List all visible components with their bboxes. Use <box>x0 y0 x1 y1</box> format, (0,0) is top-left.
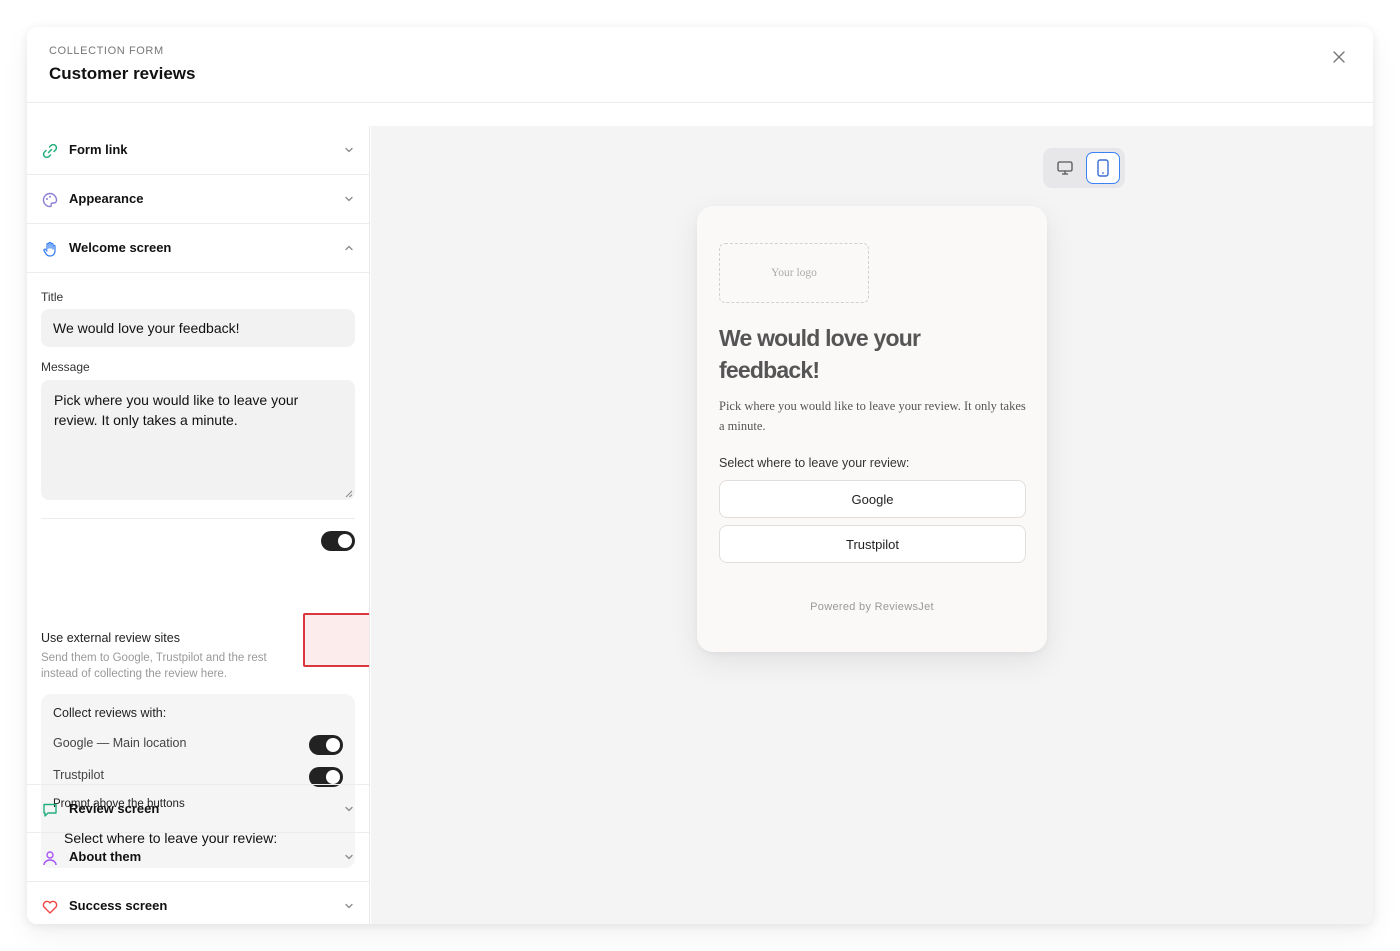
modal-title: Customer reviews <box>49 64 196 83</box>
message-field-label: Message <box>41 360 90 374</box>
collect-google-label: Google — Main location <box>53 736 187 750</box>
accordion-about-them[interactable]: About them <box>27 833 369 882</box>
accordion-label: Welcome screen <box>69 240 172 255</box>
external-sites-toggle[interactable] <box>321 531 355 551</box>
close-icon <box>1333 51 1345 63</box>
link-icon <box>42 143 58 159</box>
desktop-view-button[interactable] <box>1048 152 1082 184</box>
settings-sidebar: Form link Appearance Welcome screen Titl… <box>27 126 370 924</box>
chevron-down-icon <box>345 903 353 909</box>
chevron-down-icon <box>345 854 353 860</box>
accordion-label: Review screen <box>69 801 160 816</box>
preview-message: Pick where you would like to leave your … <box>719 399 1026 433</box>
toggle-knob <box>326 770 340 784</box>
monitor-icon <box>1057 161 1073 175</box>
preview-google-button[interactable]: Google <box>719 480 1026 518</box>
palette-icon <box>42 192 58 208</box>
toggle-knob <box>326 738 340 752</box>
preview-trustpilot-button[interactable]: Trustpilot <box>719 525 1026 563</box>
toggle-knob <box>338 534 352 548</box>
accordion-form-link[interactable]: Form link <box>27 126 369 175</box>
highlight-box <box>303 613 369 667</box>
accordion-label: Form link <box>69 142 128 157</box>
google-toggle[interactable] <box>309 735 343 755</box>
preview-prompt: Select where to leave your review: <box>719 456 910 470</box>
accordion-review-screen[interactable]: Review screen <box>27 784 369 833</box>
chat-icon <box>43 803 57 817</box>
accordion-welcome-screen[interactable]: Welcome screen <box>27 224 369 273</box>
phone-icon <box>1097 159 1109 177</box>
accordion-label: About them <box>69 849 142 864</box>
collect-trustpilot-label: Trustpilot <box>53 768 104 782</box>
title-field-label: Title <box>41 290 64 304</box>
collect-heading: Collect reviews with: <box>53 706 167 720</box>
user-icon <box>43 851 57 866</box>
form-preview-card: Your logo We would love your feedback! P… <box>697 206 1047 652</box>
heart-icon <box>42 900 58 914</box>
chevron-up-icon <box>345 245 353 251</box>
logo-placeholder[interactable]: Your logo <box>719 243 869 303</box>
close-button[interactable] <box>1327 45 1351 69</box>
accordion-label: Success screen <box>69 898 168 913</box>
external-sites-subtitle: Send them to Google, Trustpilot and the … <box>41 652 267 680</box>
chevron-down-icon <box>345 147 353 153</box>
title-input[interactable] <box>41 309 355 347</box>
chevron-down-icon <box>345 806 353 812</box>
resize-grip-icon[interactable] <box>345 490 353 498</box>
accordion-label: Appearance <box>69 191 144 206</box>
preview-title: We would love your feedback! <box>719 325 921 383</box>
message-textarea[interactable]: Pick where you would like to leave your … <box>41 380 355 500</box>
external-sites-title: Use external review sites <box>41 631 180 645</box>
view-mode-switch <box>1043 148 1125 188</box>
hand-icon <box>43 241 56 257</box>
powered-by: Powered by ReviewsJet <box>810 601 934 613</box>
collection-form-modal: COLLECTION FORM Customer reviews Form li… <box>27 27 1373 924</box>
accordion-success-screen[interactable]: Success screen <box>27 882 369 924</box>
mobile-view-button[interactable] <box>1086 152 1120 184</box>
preview-pane: Your logo We would love your feedback! P… <box>371 126 1373 924</box>
modal-header: COLLECTION FORM Customer reviews <box>27 27 1373 103</box>
modal-eyebrow: COLLECTION FORM <box>49 45 164 57</box>
chevron-down-icon <box>345 196 353 202</box>
divider <box>41 518 355 519</box>
accordion-appearance[interactable]: Appearance <box>27 175 369 224</box>
